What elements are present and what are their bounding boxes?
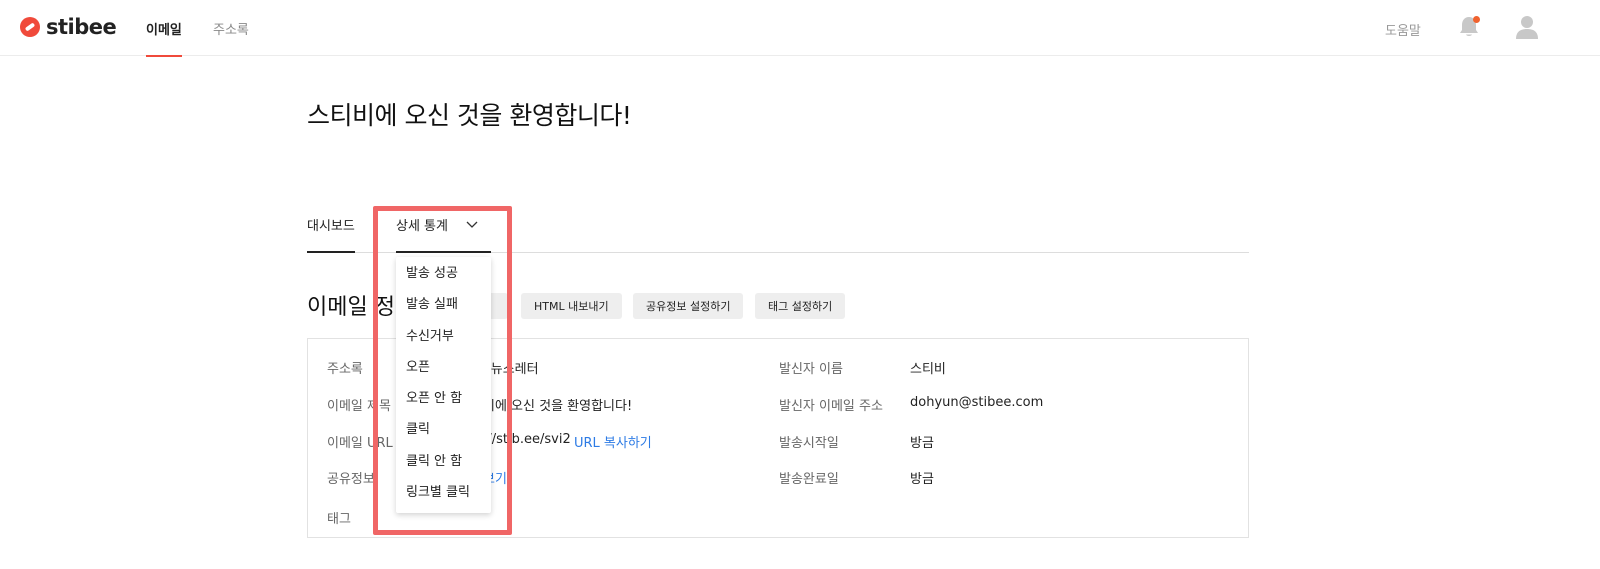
value-email-subject: 비에 오신 것을 환영합니다! <box>483 399 633 414</box>
label-send-complete: 발송완료일 <box>779 472 839 487</box>
notification-bell-icon[interactable] <box>1458 15 1480 39</box>
menu-item-clicks-by-link[interactable]: 링크별 클릭 <box>406 483 470 503</box>
label-email-subject: 이메일 제목 <box>327 399 391 414</box>
label-share-info: 공유정보 <box>327 472 375 487</box>
copy-url-link[interactable]: URL 복사하기 <box>574 432 652 451</box>
value-email-url: ://stib.ee/svi2 <box>483 432 571 447</box>
tab-detailed-stats-label: 상세 통계 <box>396 219 448 234</box>
label-address-book: 주소록 <box>327 362 363 377</box>
email-info-title: 이메일 정 <box>307 295 395 320</box>
user-avatar-icon[interactable] <box>1514 14 1540 40</box>
label-send-start: 발송시작일 <box>779 436 839 451</box>
value-send-complete: 방금 <box>910 472 934 487</box>
label-tags: 태그 <box>327 512 351 527</box>
menu-item-clicked[interactable]: 클릭 <box>406 420 430 440</box>
tab-detailed-stats[interactable]: 상세 통계 <box>396 215 491 253</box>
nav-tab-email[interactable]: 이메일 <box>146 0 182 57</box>
export-html-button[interactable]: HTML 내보내기 <box>521 293 622 319</box>
help-link[interactable]: 도움말 <box>1385 20 1421 39</box>
value-sender-name: 스티비 <box>910 362 946 377</box>
menu-item-unsubscribed[interactable]: 수신거부 <box>406 327 454 347</box>
brand-name: stibee <box>46 15 117 39</box>
nav-tab-address-book[interactable]: 주소록 <box>213 0 249 56</box>
chevron-down-icon <box>466 221 478 228</box>
label-sender-email: 발신자 이메일 주소 <box>779 399 883 414</box>
stibee-logo-icon <box>20 17 40 37</box>
value-send-start: 방금 <box>910 436 934 451</box>
label-sender-name: 발신자 이름 <box>779 362 843 377</box>
value-address-book: l 뉴스레터 <box>483 362 539 377</box>
value-sender-email: dohyun@stibee.com <box>910 395 1044 410</box>
top-navigation-bar: stibee 이메일 주소록 도움말 <box>0 0 1600 57</box>
menu-item-delivered[interactable]: 발송 성공 <box>406 264 458 284</box>
menu-item-not-opened[interactable]: 오픈 안 함 <box>406 389 462 409</box>
tag-settings-button[interactable]: 태그 설정하기 <box>755 293 846 319</box>
label-email-url: 이메일 URL <box>327 436 393 451</box>
stats-dropdown-menu: 발송 성공 발송 실패 수신거부 오픈 오픈 안 함 클릭 클릭 안 함 링크별… <box>396 257 491 513</box>
menu-item-not-clicked[interactable]: 클릭 안 함 <box>406 452 462 472</box>
person-icon <box>1516 16 1538 39</box>
page-title: 스티비에 오신 것을 환영합니다! <box>307 101 632 130</box>
notification-dot <box>1473 16 1480 23</box>
stibee-logo[interactable]: stibee <box>20 14 117 40</box>
menu-item-opened[interactable]: 오픈 <box>406 358 430 378</box>
tab-dashboard[interactable]: 대시보드 <box>307 215 355 253</box>
share-settings-button[interactable]: 공유정보 설정하기 <box>633 293 744 319</box>
menu-item-failed[interactable]: 발송 실패 <box>406 295 458 315</box>
